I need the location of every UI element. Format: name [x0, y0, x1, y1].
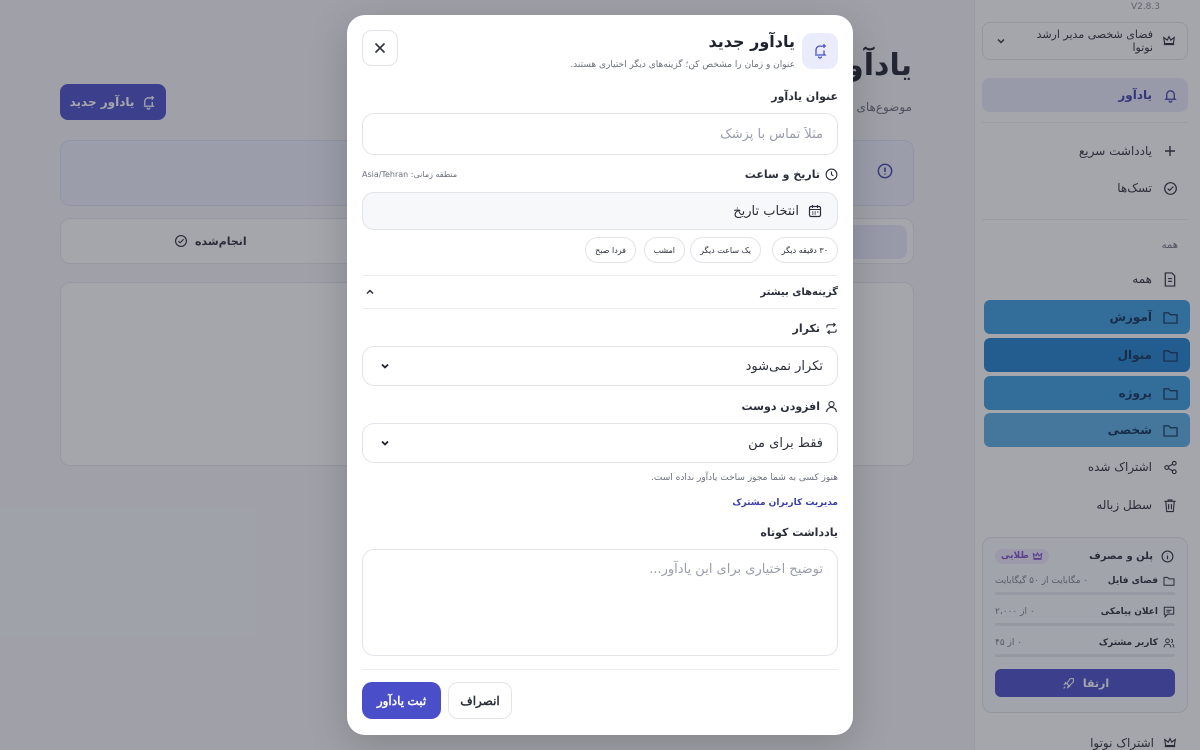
permission-hint: هنوز کسی به شما مجوز ساخت یادآور نداده ا… — [651, 473, 838, 483]
repeat-icon — [825, 322, 838, 335]
repeat-select[interactable]: تکرار نمی‌شود — [362, 346, 838, 386]
friend-field-label: افزودن دوست — [742, 400, 838, 413]
note-field-label: یادداشت کوتاه — [760, 526, 838, 539]
close-button[interactable] — [362, 30, 398, 66]
friend-value: فقط برای من — [748, 435, 823, 451]
quick-chip-tonight[interactable]: امشب — [643, 237, 685, 263]
title-input[interactable] — [362, 113, 838, 155]
more-options-toggle[interactable]: گزینه‌های بیشتر — [362, 275, 838, 309]
divider — [362, 669, 838, 670]
label-text: عنوان یادآور — [771, 90, 838, 103]
timezone-label: منطقه زمانی: Asia/Tehran — [362, 170, 458, 179]
note-textarea[interactable] — [362, 549, 838, 656]
bell-plus-icon — [812, 43, 828, 59]
label-text: افزودن دوست — [741, 400, 820, 413]
cancel-button[interactable]: انصراف — [448, 682, 512, 719]
datetime-field-label: تاریخ و ساعت — [745, 168, 838, 181]
dialog-subtitle: عنوان و زمان را مشخص کن؛ گزینه‌های دیگر … — [570, 60, 795, 70]
label-text: تکرار — [792, 322, 820, 335]
title-field-label: عنوان یادآور — [771, 90, 838, 103]
submit-reminder-button[interactable]: ثبت یادآور — [362, 682, 441, 719]
dialog-title: یادآور جدید — [708, 32, 795, 51]
friend-select[interactable]: فقط برای من — [362, 423, 838, 463]
repeat-field-label: تکرار — [793, 322, 838, 335]
chevron-down-icon — [377, 435, 393, 451]
chevron-up-icon — [362, 284, 378, 300]
date-placeholder: انتخاب تاریخ — [733, 203, 799, 219]
quick-chip-1hour[interactable]: یک ساعت دیگر — [690, 237, 761, 263]
close-icon — [372, 40, 388, 56]
clock-icon — [825, 168, 838, 181]
chevron-down-icon — [377, 358, 393, 374]
more-options-label: گزینه‌های بیشتر — [760, 286, 838, 298]
new-reminder-dialog: یادآور جدید عنوان و زمان را مشخص کن؛ گزی… — [347, 15, 853, 735]
user-icon — [825, 400, 838, 413]
manage-shared-users-link[interactable]: مدیریت کاربران مشترک — [732, 498, 838, 508]
quick-chip-tomorrow-morning[interactable]: فردا صبح — [585, 237, 636, 263]
label-text: تاریخ و ساعت — [744, 168, 820, 181]
repeat-value: تکرار نمی‌شود — [745, 358, 823, 374]
dialog-icon — [802, 33, 838, 69]
quick-chip-30min[interactable]: ۳۰ دقیقه دیگر — [771, 237, 838, 263]
label-text: یادداشت کوتاه — [760, 526, 838, 539]
calendar-icon — [807, 203, 823, 219]
date-picker[interactable]: انتخاب تاریخ — [362, 192, 838, 230]
